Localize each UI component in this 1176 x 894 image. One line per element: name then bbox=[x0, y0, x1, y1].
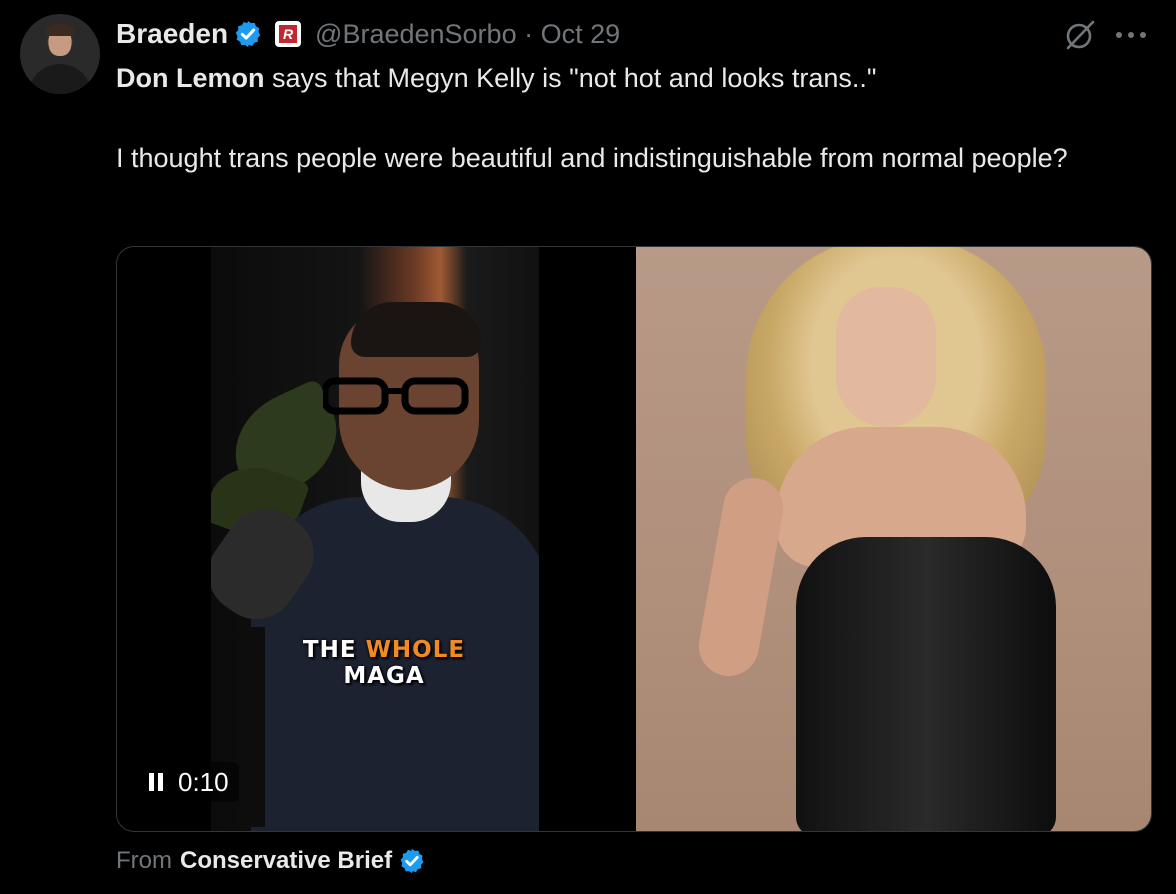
tweet: Braeden R @BraedenSorbo · Oct 29 Don Lem… bbox=[0, 0, 1176, 894]
author-name[interactable]: Braeden bbox=[116, 18, 228, 50]
author-handle[interactable]: @BraedenSorbo · Oct 29 bbox=[315, 19, 620, 50]
verified-badge-icon bbox=[235, 20, 261, 48]
tweet-text: Don Lemon says that Megyn Kelly is "not … bbox=[116, 58, 1126, 178]
verified-badge-icon bbox=[400, 848, 424, 874]
video-caption: THE WHOLE MAGA bbox=[302, 637, 466, 689]
video-time: 0:10 bbox=[178, 766, 229, 797]
attribution-label: From bbox=[116, 847, 172, 874]
tweet-date[interactable]: Oct 29 bbox=[541, 19, 621, 49]
mention-link[interactable]: Don Lemon bbox=[116, 63, 265, 93]
affiliate-badge-icon[interactable]: R bbox=[275, 21, 302, 47]
tweet-text-para2: I thought trans people were beautiful an… bbox=[116, 143, 1068, 173]
attribution: From Conservative Brief bbox=[116, 843, 426, 879]
grok-icon[interactable] bbox=[1063, 18, 1097, 52]
tweet-text-line1: says that Megyn Kelly is "not hot and lo… bbox=[264, 63, 877, 93]
media-image[interactable] bbox=[636, 247, 1151, 831]
pause-icon[interactable] bbox=[148, 771, 164, 793]
video-player[interactable]: THE WHOLE MAGA bbox=[211, 247, 539, 831]
video-controls[interactable]: 0:10 bbox=[138, 762, 239, 802]
avatar[interactable] bbox=[20, 14, 100, 94]
tweet-header: Braeden R @BraedenSorbo · Oct 29 bbox=[116, 14, 620, 54]
media-container[interactable]: THE WHOLE MAGA 0:10 bbox=[116, 246, 1152, 832]
attribution-source-link[interactable]: Conservative Brief bbox=[180, 847, 392, 875]
glasses-graphic bbox=[323, 377, 469, 415]
more-options-icon[interactable] bbox=[1114, 30, 1148, 40]
